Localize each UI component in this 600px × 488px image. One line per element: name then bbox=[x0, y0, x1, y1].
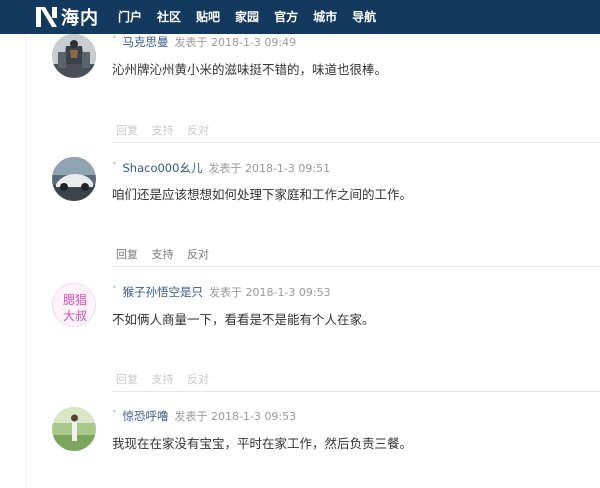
post-actions: 回复 支持 反对 bbox=[116, 371, 219, 387]
oppose-button[interactable]: 反对 bbox=[187, 373, 209, 386]
top-navigation-bar: 海内 门户 社区 贴吧 家园 官方 城市 导航 bbox=[0, 0, 600, 34]
post-content: 咱们还是应该想想如何处理下家庭和工作之间的工作。 bbox=[112, 187, 413, 202]
nav-item-official[interactable]: 官方 bbox=[274, 0, 298, 34]
post-content: 沁州牌沁州黄小米的滋味挺不错的，味道也很棒。 bbox=[112, 62, 388, 77]
main-nav: 门户 社区 贴吧 家园 官方 城市 导航 bbox=[118, 0, 391, 34]
avatar-text-line2: 大叔 bbox=[63, 309, 87, 323]
nav-item-community[interactable]: 社区 bbox=[157, 0, 181, 34]
reply-button[interactable]: 回复 bbox=[116, 248, 138, 261]
nav-item-home[interactable]: 家园 bbox=[235, 0, 259, 34]
reply-button[interactable]: 回复 bbox=[116, 124, 138, 137]
support-button[interactable]: 支持 bbox=[152, 248, 174, 261]
username-link[interactable]: Shaco000幺儿 bbox=[123, 161, 203, 175]
robot-avatar-icon[interactable] bbox=[52, 34, 96, 78]
posted-label: 发表于 bbox=[209, 286, 242, 299]
post-actions: 回复 支持 反对 bbox=[116, 246, 219, 262]
left-rule bbox=[25, 34, 26, 488]
post-divider bbox=[112, 142, 600, 143]
post-content: 我现在在家没有宝宝，平时在家工作，然后负责三餐。 bbox=[112, 436, 413, 451]
site-logo[interactable]: 海内 bbox=[33, 0, 99, 34]
nav-item-city[interactable]: 城市 bbox=[313, 0, 337, 34]
text-avatar-icon[interactable]: 腮猖 大叔 bbox=[52, 283, 96, 327]
nav-item-tieba[interactable]: 贴吧 bbox=[196, 0, 220, 34]
oppose-button[interactable]: 反对 bbox=[187, 124, 209, 137]
bullet-icon: ° bbox=[112, 35, 117, 45]
post-time: 2018-1-3 09:49 bbox=[211, 36, 297, 49]
bullet-icon: ° bbox=[112, 161, 117, 171]
support-button[interactable]: 支持 bbox=[152, 373, 174, 386]
nature-avatar-icon[interactable] bbox=[52, 407, 96, 451]
logo-icon bbox=[36, 7, 57, 27]
posted-label: 发表于 bbox=[174, 410, 208, 423]
posted-label: 发表于 bbox=[174, 36, 208, 49]
avatar-text-line1: 腮猖 bbox=[63, 293, 87, 307]
post-time: 2018-1-3 09:51 bbox=[244, 162, 331, 175]
oppose-button[interactable]: 反对 bbox=[187, 248, 209, 261]
username-link[interactable]: 马克思曼 bbox=[123, 35, 169, 49]
post-actions: 回复 支持 反对 bbox=[116, 122, 219, 138]
username-link[interactable]: 惊恐呼噜 bbox=[123, 409, 169, 423]
nav-item-guide[interactable]: 导航 bbox=[352, 0, 376, 34]
post-content: 不如俩人商量一下，看看是不是能有个人在家。 bbox=[112, 312, 375, 327]
post-divider bbox=[112, 391, 600, 392]
post-time: 2018-1-3 09:53 bbox=[245, 286, 331, 299]
support-button[interactable]: 支持 bbox=[152, 124, 174, 137]
posted-label: 发表于 bbox=[208, 162, 242, 175]
car-avatar-icon[interactable] bbox=[52, 157, 96, 201]
post-divider bbox=[112, 266, 600, 267]
bullet-icon: ° bbox=[112, 409, 117, 419]
nav-item-portal[interactable]: 门户 bbox=[118, 0, 142, 34]
bullet-icon: ° bbox=[112, 285, 117, 295]
post-time: 2018-1-3 09:53 bbox=[211, 410, 297, 423]
reply-button[interactable]: 回复 bbox=[116, 373, 138, 386]
logo-text: 海内 bbox=[61, 8, 99, 29]
username-link[interactable]: 猴子孙悟空是只 bbox=[123, 285, 204, 299]
